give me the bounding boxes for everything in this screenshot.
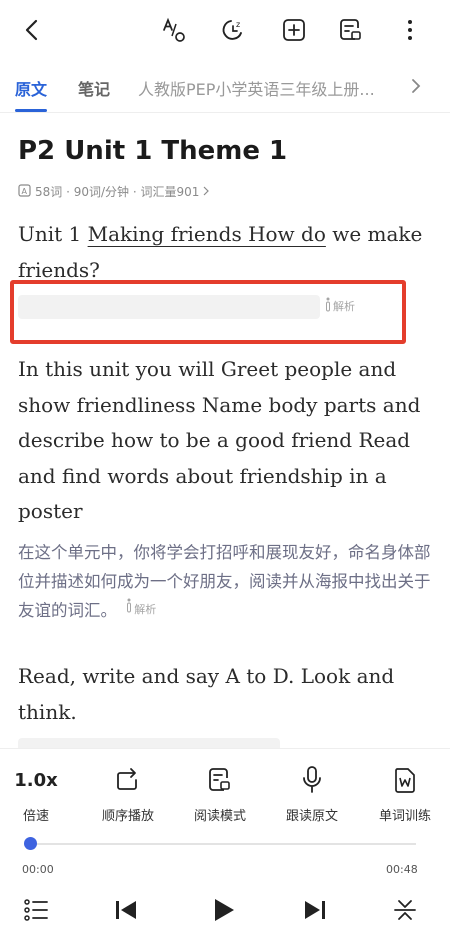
article-title: P2 Unit 1 Theme 1: [18, 136, 288, 166]
audio-player-panel: 1.0x 倍速 顺序播放 阅读模式 跟读原文 单词训练 00:00 00:48: [0, 748, 450, 936]
p1-text: Unit 1: [18, 222, 88, 246]
tab-book[interactable]: 人教版PEP小学英语三年级上册...: [138, 76, 396, 100]
playlist-icon[interactable]: [18, 895, 54, 925]
analysis-label: 解析: [134, 603, 157, 616]
tab-notes[interactable]: 笔记: [78, 76, 110, 100]
info-icon: [126, 595, 132, 624]
reading-mode-button[interactable]: 阅读模式: [180, 763, 260, 824]
progress-track[interactable]: [30, 843, 416, 845]
article-meta[interactable]: A 58词 · 90词/分钟 · 词汇量901: [18, 183, 210, 200]
more-icon[interactable]: [394, 14, 426, 46]
tab-bar: 原文 笔记 人教版PEP小学英语三年级上册...: [0, 62, 450, 113]
svg-text:A: A: [22, 187, 28, 196]
top-bar: z: [0, 0, 450, 62]
play-icon[interactable]: [205, 895, 241, 925]
reading-mode-label: 阅读模式: [193, 809, 246, 824]
previous-icon[interactable]: [108, 895, 144, 925]
time-total: 00:48: [386, 863, 418, 876]
follow-read-button[interactable]: 跟读原文: [272, 763, 352, 824]
speed-button[interactable]: 1.0x 倍速: [0, 763, 76, 825]
chevron-right-icon[interactable]: [410, 78, 422, 98]
word-doc-icon: [393, 763, 417, 797]
analysis-link-2[interactable]: 解析: [126, 595, 156, 624]
translate-icon[interactable]: [158, 14, 190, 46]
timer-icon[interactable]: z: [217, 14, 249, 46]
repeat-icon: [114, 763, 142, 797]
paragraph-1[interactable]: Unit 1 Making friends How do we make fri…: [18, 216, 428, 288]
highlight-box: [10, 280, 406, 344]
back-icon[interactable]: [16, 14, 48, 46]
speed-value: 1.0x: [14, 769, 58, 791]
paragraph-2-translation: 在这个单元中，你将学会打招呼和展现友好，命名身体部位并描述如何成为一个好朋友，阅…: [18, 538, 433, 627]
paragraph-3[interactable]: Read, write and say A to D. Look and thi…: [18, 658, 430, 730]
translation-text: 在这个单元中，你将学会打招呼和展现友好，命名身体部位并描述如何成为一个好朋友，阅…: [18, 543, 431, 620]
tab-original[interactable]: 原文: [15, 76, 48, 112]
word-training-label: 单词训练: [378, 809, 431, 824]
collapse-icon[interactable]: [387, 895, 423, 925]
article-meta-text: 58词 · 90词/分钟 · 词汇量901: [35, 185, 200, 199]
order-play-button[interactable]: 顺序播放: [88, 763, 168, 824]
speed-label: 倍速: [22, 809, 49, 824]
word-training-button[interactable]: 单词训练: [365, 763, 445, 824]
article-icon: A: [18, 183, 31, 200]
follow-read-label: 跟读原文: [285, 809, 338, 824]
p1-highlight[interactable]: Making friends How do: [88, 222, 326, 246]
next-icon[interactable]: [297, 895, 333, 925]
order-play-label: 顺序播放: [101, 809, 154, 824]
reading-mode-icon[interactable]: [335, 14, 367, 46]
chevron-right-icon: [203, 185, 210, 199]
svg-text:z: z: [236, 20, 240, 29]
progress-knob[interactable]: [24, 837, 37, 850]
add-icon[interactable]: [278, 14, 310, 46]
reading-mode-icon: [207, 763, 233, 797]
paragraph-2[interactable]: In this unit you will Greet people and s…: [18, 352, 430, 530]
microphone-icon: [301, 763, 323, 797]
time-current: 00:00: [22, 863, 54, 876]
